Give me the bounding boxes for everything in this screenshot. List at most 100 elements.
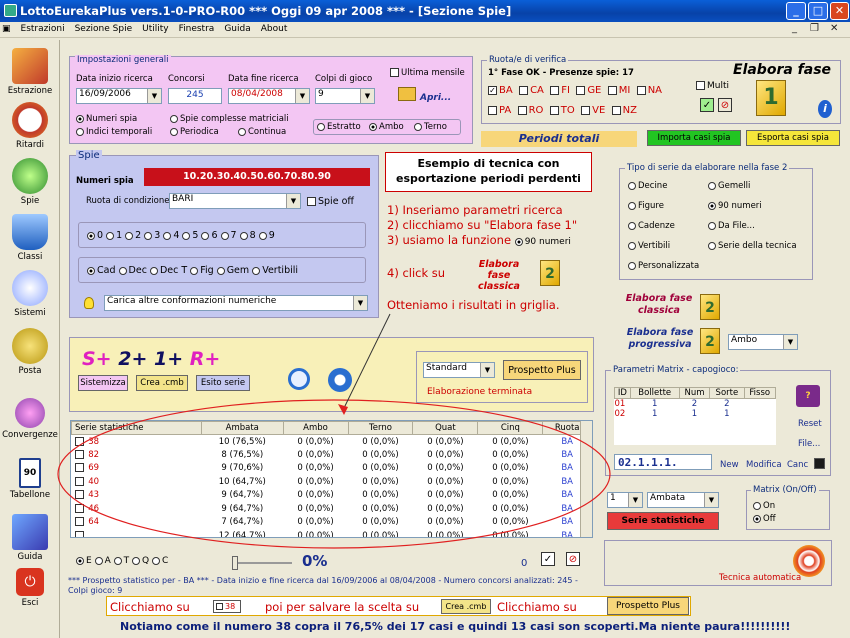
- radio-digit-5[interactable]: 5: [182, 230, 198, 241]
- radio-90-numeri[interactable]: 90 numeri: [708, 201, 762, 211]
- ruota-na-checkbox[interactable]: NA: [636, 85, 662, 96]
- ruota-pa-checkbox[interactable]: PA: [488, 105, 511, 116]
- radio-digit-2[interactable]: 2: [125, 230, 141, 241]
- data-fine-select[interactable]: 08/04/2008 ▼: [228, 88, 310, 104]
- matrix-modifica-button[interactable]: Modifica: [746, 460, 782, 470]
- colpi-select[interactable]: 9 ▼: [315, 88, 375, 104]
- ruota-nz-checkbox[interactable]: NZ: [611, 105, 637, 116]
- radio-digit-1[interactable]: 1: [106, 230, 122, 241]
- sidebar-item-esci[interactable]: ⏻ Esci: [0, 568, 60, 608]
- radio-figure[interactable]: Figure: [628, 201, 664, 211]
- table-row[interactable]: 82 8 (76,5%) 0 (0,0%) 0 (0,0%) 0 (0,0%) 0 (0,…: [72, 448, 592, 462]
- progressiva-sorte-select[interactable]: Ambo ▼: [728, 334, 798, 350]
- radio-ambo[interactable]: Ambo: [369, 122, 404, 132]
- radio-digit-4[interactable]: 4: [163, 230, 179, 241]
- col-ambata[interactable]: Ambata: [201, 421, 284, 435]
- radio-da-file[interactable]: Da File...: [708, 221, 755, 231]
- radio-q[interactable]: Q: [131, 556, 149, 566]
- radio-a[interactable]: A: [94, 556, 111, 566]
- apri-link[interactable]: Apri...: [420, 93, 451, 103]
- col-serie-statistiche[interactable]: Serie statistiche: [71, 421, 202, 435]
- folder-icon[interactable]: [398, 87, 416, 101]
- target-icon[interactable]: [793, 545, 825, 577]
- table-row[interactable]: 38 10 (76,5%) 0 (0,0%) 0 (0,0%) 0 (0,0%) 0 (0…: [72, 435, 592, 449]
- crea-cmb-button[interactable]: Crea .cmb: [136, 375, 188, 391]
- sidebar-item-tabellone[interactable]: 90 Tabellone: [0, 458, 60, 500]
- importa-casi-spia-button[interactable]: Importa casi spia: [647, 130, 741, 146]
- menu-guida[interactable]: Guida: [219, 22, 255, 34]
- sidebar-item-sistemi[interactable]: Sistemi: [0, 270, 60, 318]
- radio-decine[interactable]: Decine: [628, 181, 667, 191]
- concorsi-input[interactable]: 245: [168, 88, 222, 104]
- matrix-reset-button[interactable]: Reset: [798, 419, 822, 429]
- periodi-totali-label[interactable]: Periodi totali: [481, 131, 637, 147]
- esporta-casi-spia-button[interactable]: Esporta casi spia: [746, 130, 840, 146]
- menu-utility[interactable]: Utility: [137, 22, 173, 34]
- spie-off-checkbox[interactable]: Spie off: [307, 196, 354, 207]
- info-icon[interactable]: i: [818, 100, 832, 118]
- magnifier-icon[interactable]: [288, 368, 310, 390]
- progress-slider[interactable]: [232, 556, 292, 570]
- numeri-spia-field[interactable]: 10.20.30.40.50.60.70.80.90: [144, 168, 370, 186]
- radio-spie-complesse[interactable]: Spie complesse matriciali: [170, 114, 289, 124]
- radio-c[interactable]: C: [151, 556, 168, 566]
- menu-sezione-spie[interactable]: Sezione Spie: [70, 22, 138, 34]
- ruota-mi-checkbox[interactable]: MI: [607, 85, 630, 96]
- matrix-row[interactable]: 02 1 1 1: [615, 409, 776, 419]
- standard-select[interactable]: Standard ▼: [423, 362, 495, 378]
- ruota-fi-checkbox[interactable]: FI: [550, 85, 570, 96]
- table-row[interactable]: 64 7 (64,7%) 0 (0,0%) 0 (0,0%) 0 (0,0%) 0 (0,…: [72, 516, 592, 530]
- col-ambo[interactable]: Ambo: [282, 421, 349, 435]
- table-row[interactable]: 12 (64,7%) 0 (0,0%) 0 (0,0%) 0 (0,0%) 0 (0,0…: [72, 529, 592, 537]
- deselect-all-button[interactable]: ⊘: [718, 98, 732, 112]
- carica-conformazioni-select[interactable]: Carica altre conformazioni numeriche ▼: [104, 295, 368, 311]
- radio-dec-t[interactable]: Dec T: [149, 265, 187, 276]
- save-disk-icon[interactable]: [814, 458, 825, 469]
- elabora-progressiva-button[interactable]: 2: [700, 328, 720, 354]
- sidebar-item-convergenze[interactable]: Convergenze: [0, 398, 60, 440]
- mdi-restore[interactable]: ❐: [810, 23, 819, 34]
- radio-digit-9[interactable]: 9: [258, 230, 275, 241]
- matrix-file-button[interactable]: File...: [798, 439, 820, 449]
- col-quat[interactable]: Quat: [412, 421, 479, 435]
- help-book-icon[interactable]: ?: [796, 385, 820, 407]
- ruota-ca-checkbox[interactable]: CA: [519, 85, 544, 96]
- sidebar-item-spie[interactable]: Spie: [0, 158, 60, 206]
- esito-serie-button[interactable]: Esito serie: [196, 375, 250, 391]
- prospetto-plus-button[interactable]: Prospetto Plus: [503, 360, 581, 380]
- radio-matrix-on[interactable]: On: [753, 501, 775, 511]
- radio-fig[interactable]: Fig: [190, 265, 214, 276]
- sidebar-item-classi[interactable]: Classi: [0, 214, 60, 262]
- internet-explorer-icon[interactable]: [328, 368, 352, 392]
- table-row[interactable]: 40 10 (64,7%) 0 (0,0%) 0 (0,0%) 0 (0,0%) 0 (0…: [72, 475, 592, 489]
- radio-indici-temporali[interactable]: Indici temporali: [76, 127, 152, 137]
- sidebar-item-guida[interactable]: Guida: [0, 514, 60, 562]
- elabora-fase-1-button[interactable]: 1: [756, 80, 786, 116]
- ruota-ve-checkbox[interactable]: VE: [581, 105, 605, 116]
- radio-vertibili[interactable]: Vertibili: [252, 265, 298, 276]
- data-inizio-select[interactable]: 16/09/2006 ▼: [76, 88, 162, 104]
- radio-estratto[interactable]: Estratto: [317, 122, 361, 132]
- radio-serie-tecnica[interactable]: Serie della tecnica: [708, 241, 797, 251]
- radio-matrix-off[interactable]: Off: [753, 514, 776, 524]
- radio-digit-8[interactable]: 8: [239, 230, 256, 241]
- ultima-mensile-checkbox[interactable]: Ultima mensile: [390, 68, 465, 78]
- close-button[interactable]: ✕: [830, 2, 849, 20]
- grid-scrollbar[interactable]: [580, 421, 592, 537]
- matrix-canc-button[interactable]: Canc: [787, 460, 808, 470]
- menu-about[interactable]: About: [256, 22, 293, 34]
- radio-gem[interactable]: Gem: [216, 265, 249, 276]
- menu-estrazioni[interactable]: Estrazioni: [16, 22, 70, 34]
- sistemizza-button[interactable]: Sistemizza: [78, 375, 128, 391]
- radio-t[interactable]: T: [113, 556, 129, 566]
- sidebar-item-ritardi[interactable]: Ritardi: [0, 102, 60, 150]
- table-row[interactable]: 46 9 (64,7%) 0 (0,0%) 0 (0,0%) 0 (0,0%) 0 (0,…: [72, 502, 592, 516]
- matrix-row[interactable]: 01 1 2 2: [615, 399, 776, 409]
- radio-digit-3[interactable]: 3: [144, 230, 160, 241]
- multi-checkbox[interactable]: Multi: [696, 81, 729, 91]
- col-cinq[interactable]: Cinq: [477, 421, 544, 435]
- table-row[interactable]: 43 9 (64,7%) 0 (0,0%) 0 (0,0%) 0 (0,0%) 0 (0,…: [72, 489, 592, 503]
- elabora-classica-button[interactable]: 2: [700, 294, 720, 320]
- radio-numeri-spia[interactable]: Numeri spia: [76, 114, 137, 124]
- radio-dec[interactable]: Dec: [118, 265, 147, 276]
